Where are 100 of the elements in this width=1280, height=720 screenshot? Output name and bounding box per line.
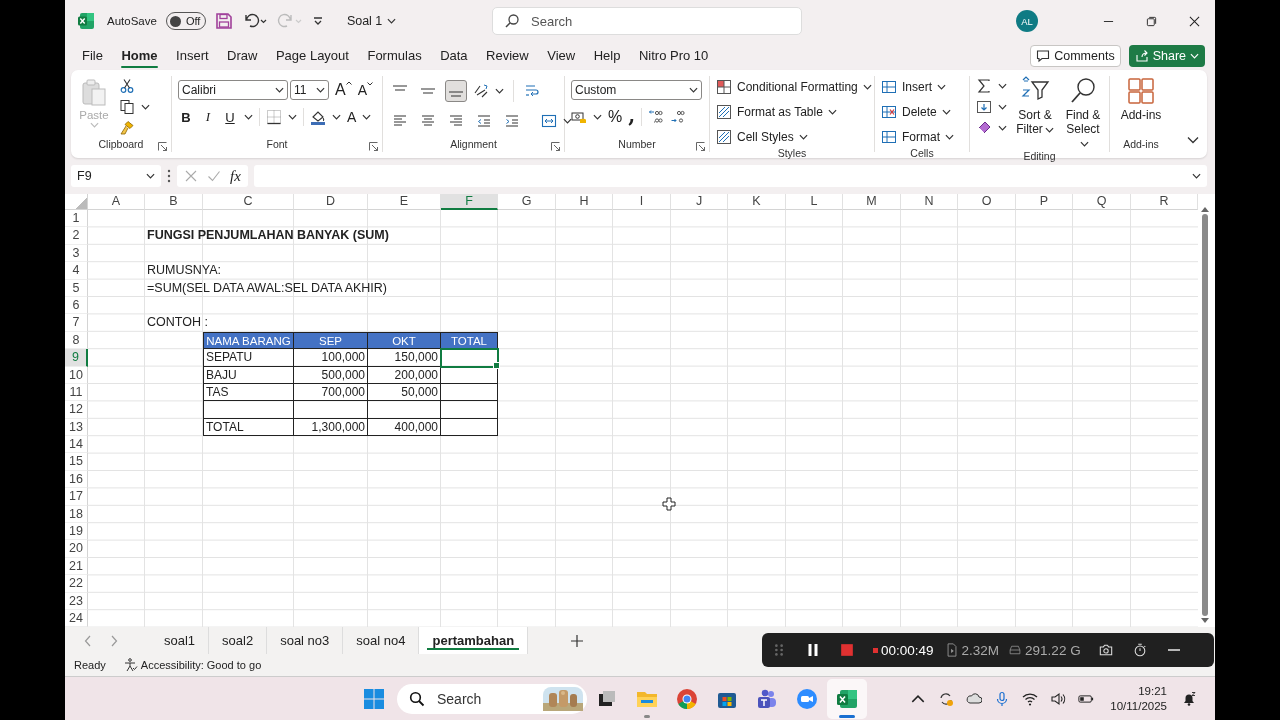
- clock-date[interactable]: 10/11/2025: [1110, 698, 1167, 714]
- align-left-icon[interactable]: [392, 113, 408, 129]
- document-title[interactable]: Soal 1: [346, 14, 397, 28]
- autosum-icon[interactable]: [976, 78, 992, 94]
- stop-icon[interactable]: [840, 643, 854, 657]
- table-cell[interactable]: [294, 401, 368, 419]
- close-icon[interactable]: [1189, 15, 1200, 27]
- column-header[interactable]: E: [368, 194, 441, 210]
- ribbon-tab[interactable]: Page Layout: [266, 43, 358, 68]
- copy-icon[interactable]: [119, 99, 135, 115]
- table-cell[interactable]: 50,000: [368, 383, 441, 402]
- timer-icon[interactable]: [1132, 643, 1147, 657]
- cells-menu-button[interactable]: Format: [881, 126, 963, 147]
- dialog-launcher-icon[interactable]: [369, 142, 378, 151]
- caret-icon[interactable]: [998, 125, 1007, 131]
- dialog-launcher-icon[interactable]: [551, 142, 560, 151]
- table-cell[interactable]: 400,000: [368, 418, 441, 437]
- sort-filter-button[interactable]: Sort & Filter: [1015, 76, 1055, 150]
- formula-input[interactable]: [253, 165, 1207, 187]
- ribbon-tab[interactable]: Help: [584, 43, 630, 68]
- row-header[interactable]: 12: [65, 401, 88, 419]
- decrease-indent-icon[interactable]: [476, 113, 492, 129]
- table-cell[interactable]: TAS: [203, 383, 294, 402]
- styles-menu-button[interactable]: Conditional Formatting: [716, 76, 868, 97]
- row-header[interactable]: 2: [65, 227, 88, 245]
- caret-icon[interactable]: [141, 104, 150, 110]
- table-cell[interactable]: [441, 383, 498, 402]
- styles-menu-button[interactable]: Cell Styles: [716, 126, 868, 147]
- row-header[interactable]: 17: [65, 488, 88, 506]
- clock-time[interactable]: 19:21: [1138, 683, 1167, 699]
- ribbon-tab[interactable]: Home: [112, 43, 167, 68]
- styles-menu-button[interactable]: Format as Table: [716, 101, 868, 122]
- column-header[interactable]: H: [556, 194, 613, 210]
- caret-icon[interactable]: [332, 114, 341, 120]
- row-header[interactable]: 9: [65, 349, 88, 367]
- font-size-dropdown[interactable]: 11: [290, 80, 329, 100]
- drag-handle-icon[interactable]: [772, 643, 786, 657]
- more-icon[interactable]: [167, 169, 171, 183]
- caret-icon[interactable]: [495, 88, 504, 94]
- name-box[interactable]: F9: [71, 165, 161, 187]
- row-header[interactable]: 15: [65, 453, 88, 471]
- scroll-thumb[interactable]: [1202, 214, 1208, 616]
- ribbon-tab[interactable]: Data: [431, 43, 477, 68]
- column-header[interactable]: C: [203, 194, 294, 210]
- ribbon-tab[interactable]: Nitro Pro 10: [629, 43, 718, 68]
- insert-function-button[interactable]: fx: [230, 167, 241, 185]
- share-button[interactable]: Share: [1128, 44, 1205, 67]
- decrease-decimal-icon[interactable]: [670, 109, 687, 125]
- caret-icon[interactable]: [244, 114, 253, 120]
- eraser-icon[interactable]: [976, 120, 992, 136]
- caret-icon[interactable]: [593, 114, 602, 120]
- column-header[interactable]: L: [786, 194, 843, 210]
- align-center-icon[interactable]: [420, 113, 436, 129]
- save-icon[interactable]: [214, 12, 233, 30]
- column-header[interactable]: N: [901, 194, 958, 210]
- column-header[interactable]: K: [728, 194, 786, 210]
- column-header[interactable]: Q: [1073, 194, 1131, 210]
- caret-icon[interactable]: [362, 114, 372, 120]
- scroll-down-icon[interactable]: [1201, 618, 1209, 624]
- decrease-font-size-button[interactable]: A: [357, 82, 373, 98]
- pause-icon[interactable]: [806, 643, 820, 657]
- column-header[interactable]: J: [671, 194, 728, 210]
- ribbon-tab[interactable]: View: [538, 43, 585, 68]
- column-header[interactable]: D: [294, 194, 368, 210]
- customize-icon[interactable]: [311, 15, 324, 27]
- taskbar-search-button[interactable]: Search: [397, 683, 587, 714]
- row-header[interactable]: 7: [65, 314, 88, 332]
- volume-icon[interactable]: [1050, 690, 1067, 707]
- table-cell[interactable]: 100,000: [294, 349, 368, 367]
- cells-menu-button[interactable]: Delete: [881, 101, 963, 122]
- fill-color-icon[interactable]: [310, 109, 326, 125]
- row-header[interactable]: 1: [65, 210, 88, 228]
- table-cell[interactable]: 1,300,000: [294, 418, 368, 437]
- cells-menu-button[interactable]: Insert: [881, 76, 963, 97]
- increase-indent-icon[interactable]: [504, 113, 520, 129]
- caret-icon[interactable]: [288, 114, 297, 120]
- table-cell[interactable]: [441, 349, 498, 367]
- column-header[interactable]: F: [441, 194, 498, 210]
- row-header[interactable]: 22: [65, 575, 88, 593]
- caret-icon[interactable]: [998, 104, 1007, 110]
- currency-icon[interactable]: [571, 109, 587, 125]
- restore-icon[interactable]: [1146, 15, 1157, 27]
- orientation-icon[interactable]: [473, 83, 489, 99]
- collapse-ribbon-icon[interactable]: [1187, 136, 1199, 144]
- borders-icon[interactable]: [266, 109, 282, 125]
- vertical-align-button[interactable]: [445, 80, 467, 102]
- cloud-icon[interactable]: [966, 690, 983, 707]
- ribbon-tab[interactable]: Review: [477, 43, 538, 68]
- ribbon-tab[interactable]: File: [73, 43, 112, 68]
- column-header[interactable]: P: [1016, 194, 1073, 210]
- table-cell[interactable]: 200,000: [368, 366, 441, 384]
- avatar[interactable]: AL: [1016, 10, 1038, 32]
- table-cell[interactable]: [441, 366, 498, 384]
- column-header[interactable]: R: [1131, 194, 1198, 210]
- column-header[interactable]: M: [843, 194, 901, 210]
- caret-icon[interactable]: [563, 118, 572, 124]
- caret-icon[interactable]: [998, 83, 1007, 89]
- bold-button[interactable]: B: [178, 109, 194, 125]
- table-cell[interactable]: 150,000: [368, 349, 441, 367]
- increase-decimal-icon[interactable]: [648, 109, 665, 125]
